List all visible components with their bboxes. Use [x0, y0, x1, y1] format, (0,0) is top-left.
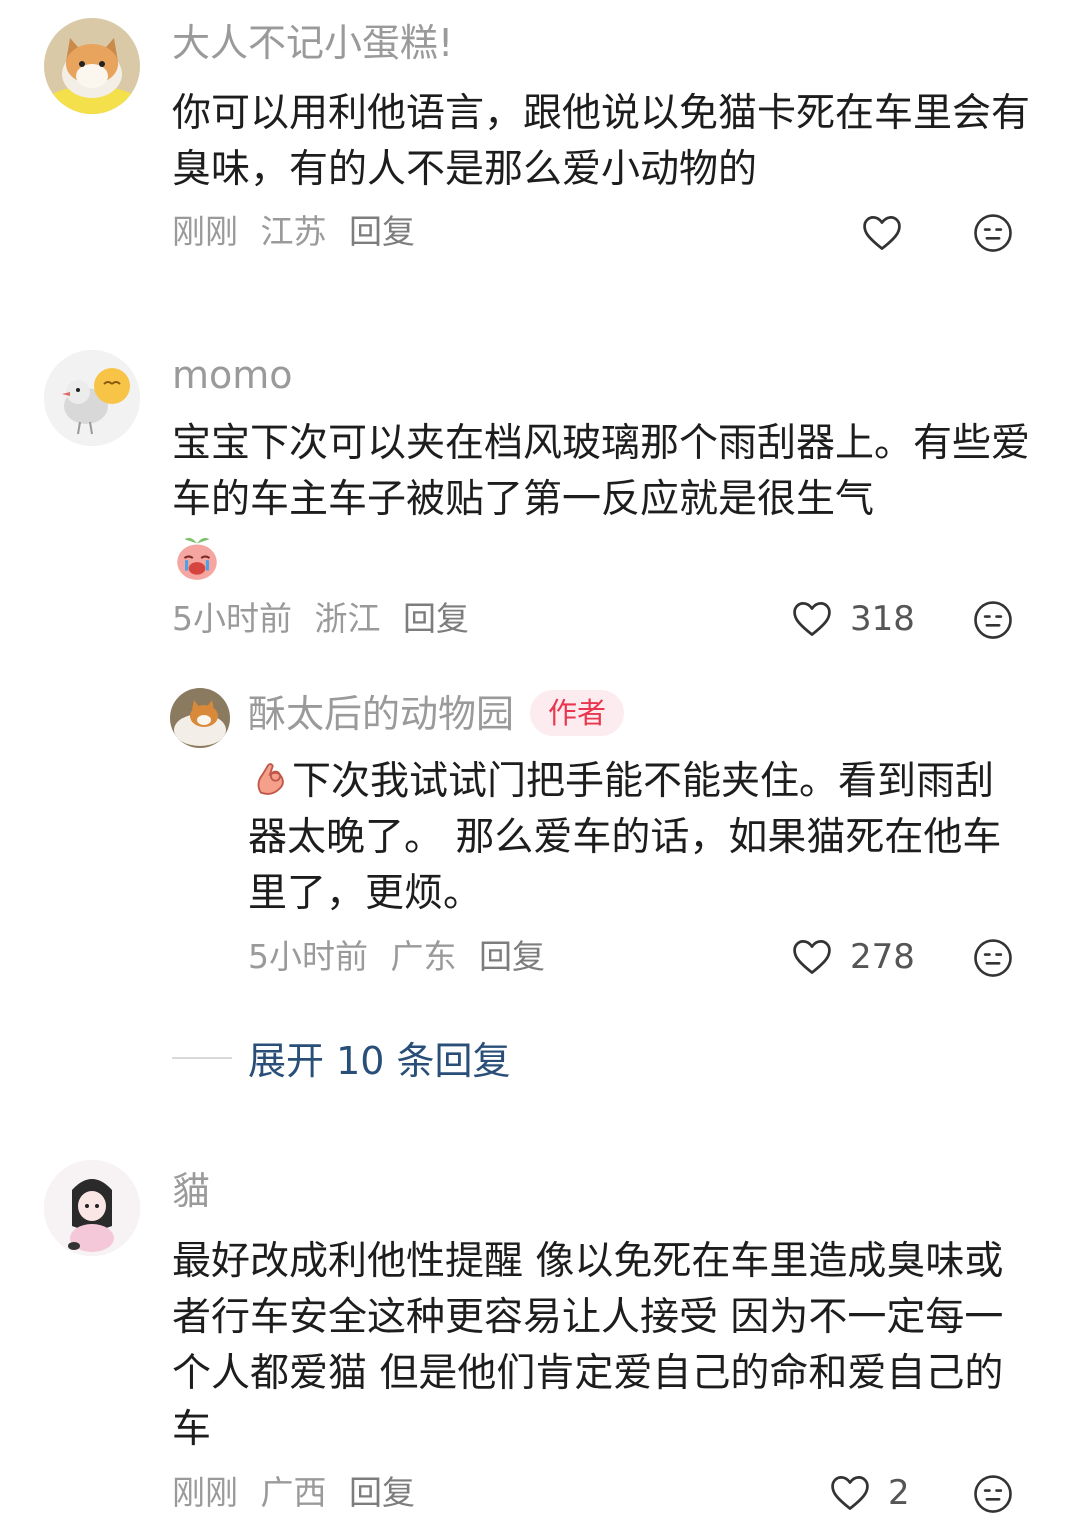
avatar[interactable]	[44, 1160, 140, 1256]
meh-face-icon[interactable]	[972, 937, 1014, 979]
comment-location: 浙江	[314, 599, 381, 638]
heart-outline-icon	[831, 1476, 869, 1510]
like-count: 2	[888, 1473, 910, 1513]
comment-author[interactable]: 貓	[172, 1168, 210, 1214]
expand-replies-button[interactable]: 展开 10 条回复	[172, 1030, 511, 1085]
meh-face-icon[interactable]	[972, 212, 1014, 254]
comment-time: 刚刚	[172, 212, 238, 251]
comment-author: 酥太后的动物园 作者	[248, 690, 625, 737]
like-button[interactable]	[860, 211, 904, 255]
comment-text: 下次我试试门把手能不能夹住。看到雨刮器太晚了。 那么爱车的话，如果猫死在他车里了…	[248, 754, 1028, 922]
reply-button[interactable]: 回复	[349, 212, 415, 251]
comment-location: 江苏	[260, 212, 327, 251]
avatar[interactable]	[44, 18, 140, 114]
heart-outline-icon	[793, 602, 831, 636]
comment-time: 5小时前	[172, 599, 292, 638]
comment-text: 宝宝下次可以夹在档风玻璃那个雨刮器上。有些爱车的车主车子被贴了第一反应就是很生气	[172, 416, 1032, 584]
expand-replies-label: 展开 10 条回复	[248, 1039, 511, 1083]
comment-author[interactable]: 大人不记小蛋糕!	[172, 20, 453, 66]
comment-author[interactable]: momo	[172, 352, 293, 398]
comment-location: 广东	[390, 937, 457, 976]
crying-peach-emoji-icon	[177, 537, 217, 580]
comment-meta: 5小时前 广东 回复	[248, 937, 557, 977]
meh-face-icon[interactable]	[972, 1473, 1014, 1515]
comment-meta: 刚刚 江苏 回复	[172, 212, 427, 252]
like-button[interactable]: 2	[828, 1471, 910, 1515]
comment-text-content: 宝宝下次可以夹在档风玻璃那个雨刮器上。有些爱车的车主车子被贴了第一反应就是很生气	[172, 421, 1031, 522]
author-badge: 作者	[530, 690, 625, 736]
comment-time: 刚刚	[172, 1473, 238, 1512]
meh-face-icon[interactable]	[972, 599, 1014, 641]
avatar[interactable]	[170, 688, 230, 748]
comment-text: 你可以用利他语言，跟他说以免猫卡死在车里会有臭味，有的人不是那么爱小动物的	[172, 91, 1031, 192]
like-count: 318	[850, 599, 915, 639]
like-button[interactable]: 318	[790, 597, 915, 641]
divider	[172, 1056, 232, 1059]
like-count: 278	[850, 937, 915, 977]
comment-location: 广西	[260, 1473, 327, 1512]
reply-button[interactable]: 回复	[479, 937, 545, 976]
reply-author-name[interactable]: 酥太后的动物园	[248, 692, 514, 736]
like-button[interactable]: 278	[790, 935, 915, 979]
reply-button[interactable]: 回复	[349, 1473, 415, 1512]
comment-meta: 5小时前 浙江 回复	[172, 599, 481, 639]
heart-outline-icon	[863, 216, 901, 250]
ok-hand-emoji-icon	[257, 763, 284, 795]
heart-outline-icon	[793, 940, 831, 974]
comment-text-content: 下次我试试门把手能不能夹住。看到雨刮器太晚了。 那么爱车的话，如果猫死在他车里了…	[248, 759, 1002, 916]
reply-button[interactable]: 回复	[403, 599, 469, 638]
avatar[interactable]	[44, 350, 140, 446]
comment-time: 5小时前	[248, 937, 368, 976]
comment-meta: 刚刚 广西 回复	[172, 1473, 427, 1513]
comment-text: 最好改成利他性提醒 像以免死在车里造成臭味或者行车安全这种更容易让人接受 因为不…	[172, 1239, 1004, 1452]
